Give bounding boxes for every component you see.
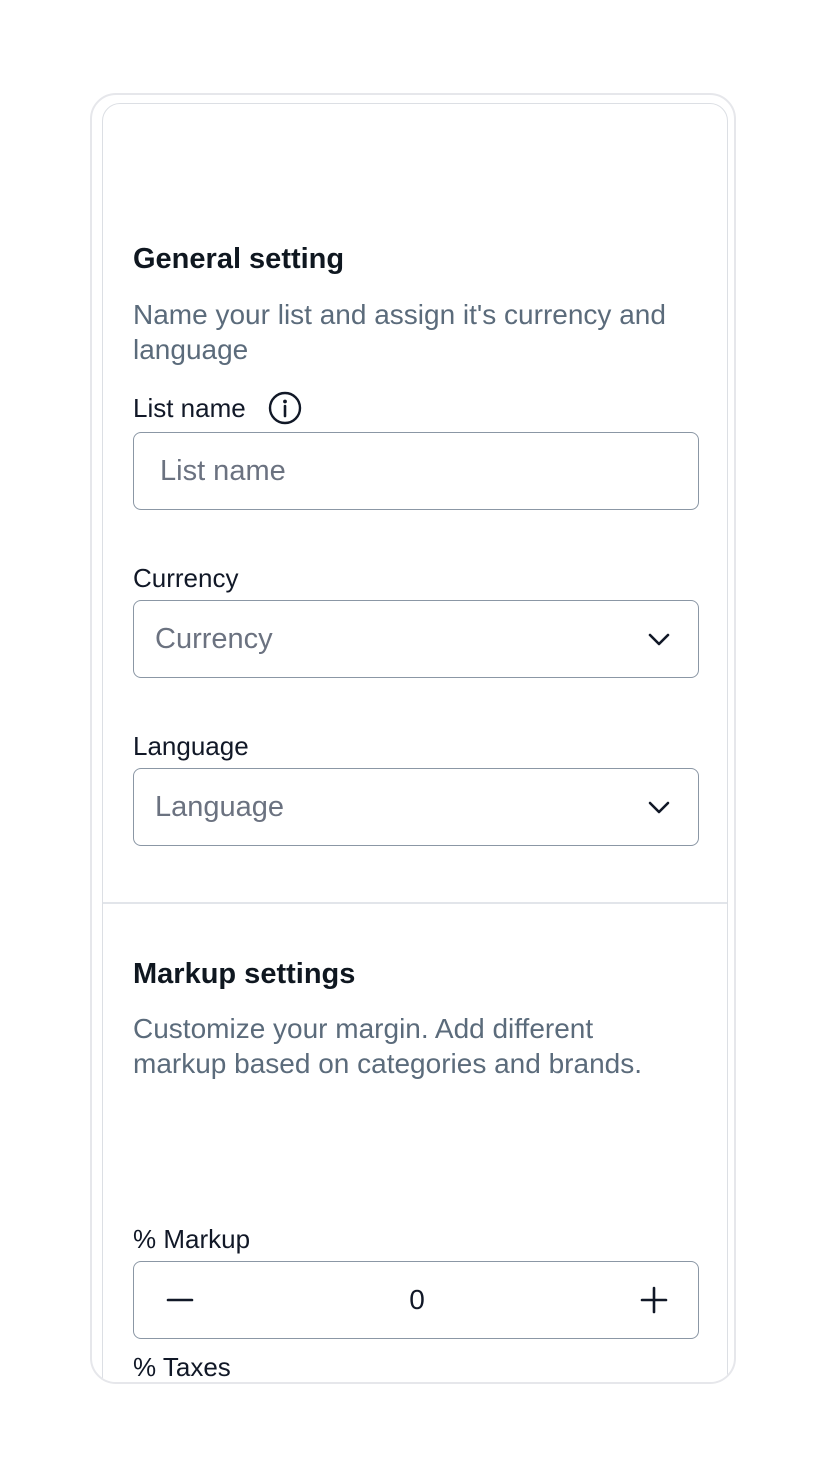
language-label: Language: [133, 731, 249, 761]
list-name-input[interactable]: [134, 433, 698, 509]
settings-card: General setting Name your list and assig…: [102, 103, 728, 1382]
info-circle-icon[interactable]: [268, 391, 302, 425]
minus-icon[interactable]: [164, 1284, 196, 1316]
markup-settings-description: Customize your margin. Add different mar…: [133, 1013, 642, 1079]
outer-frame: General setting Name your list and assig…: [90, 93, 736, 1384]
markup-settings-title: Markup settings: [133, 958, 356, 990]
percent-markup-value[interactable]: 0: [409, 1284, 425, 1316]
language-select[interactable]: Language: [133, 768, 699, 846]
currency-select-placeholder: Currency: [155, 622, 273, 655]
currency-select[interactable]: Currency: [133, 600, 699, 678]
plus-icon[interactable]: [638, 1284, 670, 1316]
general-setting-description: Name your list and assign it's currency …: [133, 299, 666, 365]
list-name-input-wrapper: [133, 432, 699, 510]
chevron-down-icon: [646, 794, 672, 820]
chevron-down-icon: [646, 626, 672, 652]
language-select-placeholder: Language: [155, 790, 285, 823]
list-name-label: List name: [133, 393, 246, 423]
percent-markup-stepper: 0: [133, 1261, 699, 1339]
percent-markup-label: % Markup: [133, 1224, 251, 1254]
list-name-label-row: List name: [133, 391, 302, 425]
general-setting-title: General setting: [133, 243, 345, 275]
percent-taxes-label: % Taxes: [133, 1352, 231, 1382]
section-divider: [103, 902, 727, 904]
currency-label: Currency: [133, 563, 239, 593]
